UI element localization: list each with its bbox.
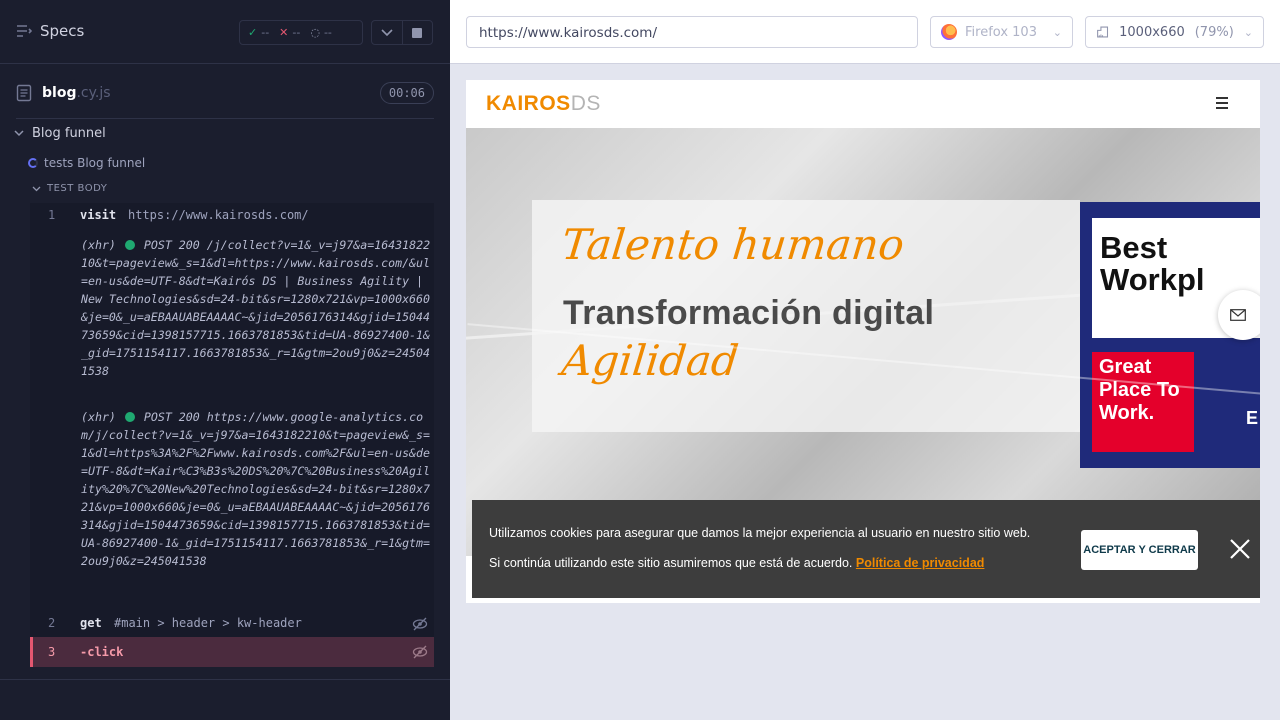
test-row[interactable]: tests Blog funnel — [28, 156, 145, 170]
test-body-label: TEST BODY — [47, 183, 108, 194]
stop-icon — [412, 27, 423, 38]
command-row-active[interactable]: 3 -click — [30, 637, 434, 667]
commands-list: 1 visit https://www.kairosds.com/ (xhr) … — [30, 203, 434, 667]
browser-selector[interactable]: Firefox 103 ⌄ — [930, 16, 1073, 48]
spec-file-ext: .cy.js — [76, 85, 111, 101]
badge-title: Best Workpl — [1100, 230, 1205, 297]
xhr-entry[interactable]: (xhr) POST 200 https://www.google-analyt… — [81, 408, 431, 570]
badge-letter: E — [1245, 408, 1258, 428]
mail-icon — [1230, 309, 1246, 321]
spec-file-name: blog — [42, 85, 77, 101]
passed-stat: ✓ -- — [248, 26, 270, 39]
test-title: tests Blog funnel — [44, 156, 146, 170]
running-spinner-icon — [28, 158, 38, 168]
command-name: -click — [80, 645, 124, 659]
xhr-text: POST 200 /j/collect?v=1&_v=j97&a=1643182… — [81, 238, 431, 378]
hero-line-1: Talento humano — [559, 220, 907, 269]
specs-toggle[interactable]: Specs — [16, 22, 84, 40]
check-icon: ✓ — [248, 26, 258, 39]
command-number: 2 — [48, 616, 56, 630]
privacy-policy-link[interactable]: Política de privacidad — [856, 556, 985, 570]
command-number: 1 — [48, 208, 56, 222]
command-name: get — [80, 616, 102, 630]
site-header: KAIROSDS — [466, 80, 1260, 128]
spec-file-row: blog .cy.js 00:06 — [16, 80, 434, 106]
eye-slash-icon[interactable] — [412, 616, 428, 632]
url-bar[interactable]: https://www.kairosds.com/ — [466, 16, 918, 48]
eye-slash-icon[interactable] — [412, 644, 428, 660]
duration-badge: 00:06 — [379, 82, 434, 104]
stop-button[interactable] — [403, 21, 433, 44]
aut-panel: https://www.kairosds.com/ Firefox 103 ⌄ … — [450, 0, 1280, 720]
accept-cookies-button[interactable]: ACEPTAR Y CERRAR — [1081, 530, 1198, 570]
command-name: visit — [80, 208, 117, 222]
viewport-info[interactable]: 1000x660 (79%) ⌄ — [1085, 16, 1264, 48]
chevron-down-icon: ⌄ — [1052, 25, 1062, 39]
failed-stat: ✕ -- — [279, 26, 301, 39]
divider — [16, 118, 434, 119]
chevron-down-icon: ⌄ — [1243, 25, 1253, 39]
ruler-icon — [1097, 26, 1109, 38]
cookie-banner: Utilizamos cookies para asegurar que dam… — [472, 500, 1260, 598]
hero-line-2: Transformación digital — [563, 294, 935, 332]
specs-list-icon — [17, 25, 32, 37]
viewport-size: 1000x660 — [1119, 24, 1185, 40]
mail-button[interactable] — [1218, 290, 1260, 340]
cross-icon: ✕ — [279, 26, 289, 39]
xhr-entry[interactable]: (xhr) POST 200 /j/collect?v=1&_v=j97&a=1… — [81, 236, 431, 380]
command-number: 3 — [48, 645, 56, 659]
status-dot-icon — [124, 412, 135, 422]
pending-icon: ◌ — [310, 26, 320, 39]
specs-label: Specs — [40, 22, 85, 40]
test-stats: ✓ -- ✕ -- ◌ -- — [239, 20, 363, 45]
suite-row[interactable]: Blog funnel — [14, 126, 106, 141]
cookie-text: Utilizamos cookies para asegurar que dam… — [489, 526, 1031, 540]
test-body-header[interactable]: TEST BODY — [32, 183, 107, 194]
kairos-logo[interactable]: KAIROSDS — [486, 92, 601, 116]
status-dot-icon — [124, 240, 135, 250]
chevron-down-icon — [32, 186, 41, 191]
xhr-text: POST 200 https://www.google-analytics.co… — [81, 410, 431, 568]
command-row[interactable]: 2 get #main > header > kw-header — [30, 616, 434, 636]
hero-banner: Talento humano Transformación digital Ag… — [466, 128, 1260, 556]
aut-header: https://www.kairosds.com/ Firefox 103 ⌄ … — [450, 0, 1280, 64]
chevron-down-icon[interactable] — [372, 21, 403, 44]
command-message: https://www.kairosds.com/ — [128, 208, 309, 222]
browser-label: Firefox 103 — [965, 24, 1037, 40]
zoom-level: (79%) — [1194, 24, 1234, 40]
run-controls — [371, 20, 433, 45]
chevron-down-icon — [14, 130, 24, 137]
command-log-panel: Specs ✓ -- ✕ -- ◌ -- blog .cy.js 00:06 Blog… — [0, 0, 450, 720]
command-row[interactable]: 1 visit https://www.kairosds.com/ — [30, 208, 434, 228]
close-icon[interactable] — [1229, 538, 1251, 560]
reporter-header: Specs ✓ -- ✕ -- ◌ -- — [0, 0, 450, 64]
file-icon — [16, 84, 32, 102]
gptw-logo: Great Place To Work. — [1092, 352, 1194, 452]
command-message: #main > header > kw-header — [114, 616, 302, 630]
hero-line-3: Agilidad — [559, 336, 741, 385]
divider — [0, 679, 450, 680]
hamburger-menu-icon[interactable] — [1216, 97, 1228, 109]
suite-title: Blog funnel — [32, 126, 106, 141]
hero-text-card: Talento humano Transformación digital Ag… — [532, 200, 1080, 432]
pending-stat: ◌ -- — [310, 26, 332, 39]
cookie-text: Si continúa utilizando este sitio asumir… — [489, 556, 985, 570]
firefox-icon — [941, 24, 957, 40]
